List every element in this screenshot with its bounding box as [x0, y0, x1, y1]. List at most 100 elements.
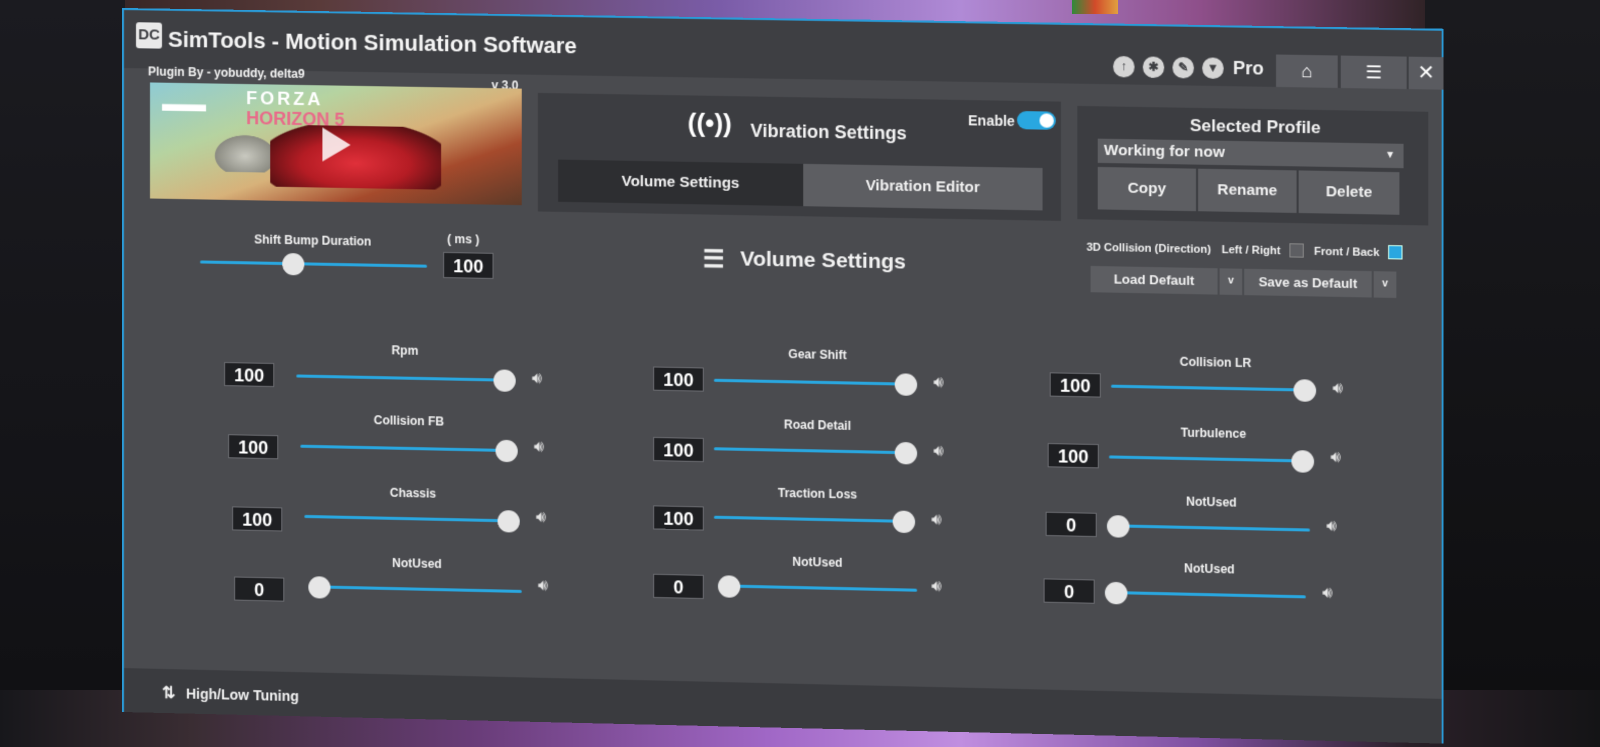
slider-thumb[interactable] — [894, 441, 918, 465]
channel-label: NotUsed — [392, 555, 442, 572]
channel-slider[interactable] — [308, 576, 522, 603]
shield-icon[interactable]: ▼ — [1202, 57, 1224, 79]
channel-value[interactable]: 100 — [228, 434, 279, 460]
channel-label: Chassis — [389, 485, 437, 501]
speaker-icon[interactable]: 🔊︎ — [933, 374, 943, 392]
slider-track — [308, 585, 522, 593]
tab-volume-settings[interactable]: Volume Settings — [558, 159, 804, 207]
menu-button[interactable]: ☰ — [1340, 55, 1407, 90]
channel-slider[interactable] — [296, 365, 516, 392]
speaker-icon[interactable]: 🔊︎ — [933, 443, 943, 461]
speaker-icon[interactable]: 🔊︎ — [1333, 380, 1343, 398]
channel-slider[interactable] — [713, 438, 918, 465]
channel-slider[interactable] — [304, 506, 520, 533]
volume-settings-title: Volume Settings — [740, 247, 906, 274]
vibration-title: Vibration Settings — [750, 120, 907, 144]
shift-bump-slider[interactable] — [200, 251, 428, 277]
channel-value[interactable]: 100 — [653, 366, 704, 392]
slider-track — [717, 584, 918, 592]
channel-value[interactable]: 0 — [234, 576, 285, 602]
shift-bump-unit: ( ms ) — [447, 231, 480, 247]
channel-slider[interactable] — [713, 507, 916, 534]
channel-label: NotUsed — [1186, 494, 1237, 510]
speaker-icon[interactable]: 🔊︎ — [536, 509, 546, 527]
up-arrow-icon[interactable]: ↑ — [1113, 55, 1135, 78]
enable-toggle[interactable] — [1017, 110, 1056, 130]
channel-value[interactable]: 100 — [653, 505, 704, 531]
load-default-dropdown[interactable]: v — [1219, 268, 1243, 296]
slider-thumb[interactable] — [1293, 379, 1317, 402]
profile-panel: Selected Profile Working for now ▼ Copy … — [1077, 105, 1429, 226]
slider-track — [713, 447, 918, 455]
speaker-icon[interactable]: 🔊︎ — [931, 511, 941, 529]
front-back-label: Front / Back — [1314, 245, 1380, 260]
channel-slider[interactable] — [1111, 376, 1317, 402]
app-logo: DC — [135, 22, 163, 49]
slider-thumb[interactable] — [308, 576, 331, 599]
channel-value[interactable]: 0 — [1045, 511, 1097, 538]
channel-slider[interactable] — [713, 370, 918, 396]
channel-slider[interactable] — [717, 575, 918, 602]
channel-value[interactable]: 100 — [1047, 443, 1099, 469]
app-title: SimTools - Motion Simulation Software — [168, 26, 577, 59]
speaker-icon[interactable]: 🔊︎ — [1322, 585, 1332, 603]
shift-bump-label: Shift Bump Duration — [254, 232, 372, 249]
load-default-button[interactable]: Load Default — [1090, 265, 1218, 295]
rename-button[interactable]: Rename — [1198, 168, 1297, 213]
play-icon[interactable] — [322, 127, 351, 162]
up-down-arrows-icon: ⇅ — [162, 684, 176, 703]
slider-track — [300, 444, 518, 453]
save-default-dropdown[interactable]: v — [1373, 271, 1397, 298]
channel-slider[interactable] — [1106, 515, 1310, 542]
speaker-icon[interactable]: 🔊︎ — [1326, 518, 1336, 536]
banner-title-line1: FORZA — [246, 88, 324, 110]
slider-track — [296, 374, 516, 382]
channel-label: Gear Shift — [788, 346, 847, 363]
speaker-icon[interactable]: 🔊︎ — [1330, 449, 1340, 467]
channel-value[interactable]: 100 — [224, 362, 275, 388]
speaker-icon[interactable]: 🔊︎ — [931, 578, 941, 596]
profile-title: Selected Profile — [1189, 115, 1321, 138]
left-right-checkbox[interactable] — [1289, 243, 1304, 258]
channel-label: NotUsed — [792, 554, 843, 570]
slider-thumb[interactable] — [892, 510, 916, 534]
slider-thumb[interactable] — [894, 373, 918, 396]
channel-slider[interactable] — [1104, 581, 1306, 609]
channel-value[interactable]: 100 — [1049, 372, 1101, 398]
channel-slider[interactable] — [1108, 446, 1315, 473]
speaker-icon[interactable]: 🔊︎ — [534, 438, 544, 456]
profile-select[interactable]: Working for now ▼ — [1097, 138, 1404, 169]
wrench-icon[interactable]: ✎ — [1172, 56, 1194, 79]
settings-icon[interactable]: ✱ — [1142, 56, 1165, 79]
tab-vibration-editor[interactable]: Vibration Editor — [803, 163, 1043, 211]
channel-label: Collision FB — [373, 413, 445, 429]
close-button[interactable]: ✕ — [1408, 56, 1444, 90]
channel-slider[interactable] — [300, 436, 518, 463]
slider-thumb[interactable] — [1291, 450, 1315, 473]
left-right-label: Left / Right — [1221, 244, 1281, 258]
slider-thumb[interactable] — [497, 510, 520, 533]
copy-button[interactable]: Copy — [1097, 166, 1197, 212]
game-banner[interactable]: ▬▬ FORZA HORIZON 5 — [150, 82, 522, 206]
slider-thumb[interactable] — [493, 369, 516, 392]
slider-thumb[interactable] — [717, 575, 741, 598]
speaker-icon[interactable]: 🔊︎ — [538, 577, 548, 595]
save-default-button[interactable]: Save as Default — [1244, 268, 1372, 298]
toolbar-icons: ↑ ✱ ✎ ▼ — [1113, 55, 1224, 79]
slider-thumb[interactable] — [1104, 581, 1128, 605]
channel-value[interactable]: 100 — [653, 436, 704, 463]
shift-bump-value[interactable]: 100 — [443, 251, 494, 279]
channel-label: NotUsed — [1184, 561, 1235, 577]
channel-value[interactable]: 0 — [653, 573, 704, 600]
delete-button[interactable]: Delete — [1298, 170, 1400, 215]
vibration-icon: ((•)) — [687, 107, 732, 139]
slider-thumb[interactable] — [281, 252, 304, 276]
front-back-checkbox[interactable] — [1388, 245, 1403, 260]
slider-thumb[interactable] — [495, 439, 518, 463]
home-button[interactable]: ⌂ — [1276, 54, 1338, 88]
slider-thumb[interactable] — [1106, 515, 1130, 538]
channel-value[interactable]: 100 — [232, 506, 283, 532]
chevron-down-icon: ▼ — [1385, 149, 1396, 161]
channel-value[interactable]: 0 — [1043, 578, 1095, 604]
speaker-icon[interactable]: 🔊︎ — [532, 370, 542, 388]
